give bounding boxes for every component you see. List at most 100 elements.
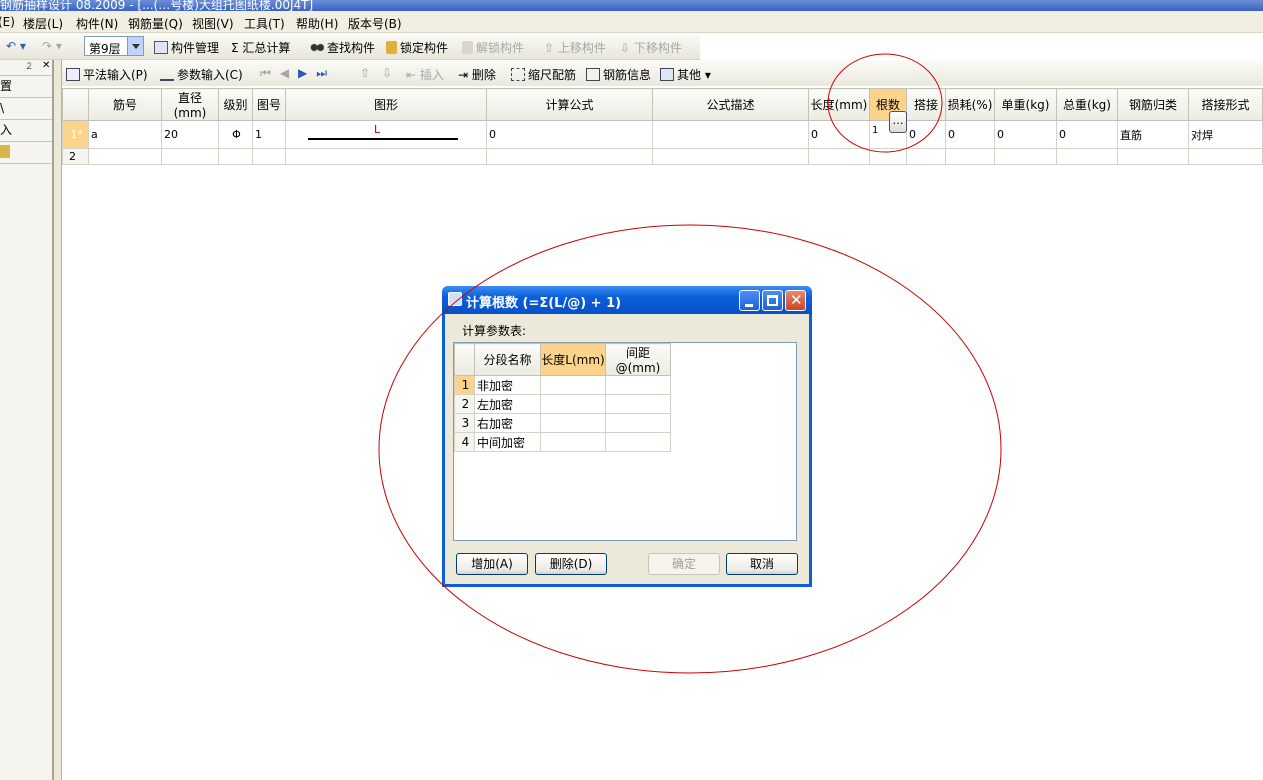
column-header[interactable]: 钢筋归类: [1117, 88, 1189, 121]
scale-rebar-button[interactable]: 缩尺配筋: [511, 66, 576, 83]
column-header[interactable]: 直径(mm): [161, 88, 219, 121]
table-row[interactable]: 4 中间加密: [454, 432, 671, 452]
column-header[interactable]: 分段名称: [474, 343, 541, 376]
column-header[interactable]: 级别: [218, 88, 253, 121]
table-cell[interactable]: [1117, 148, 1189, 165]
record-navigation[interactable]: ⏮◀▶⏭: [260, 66, 336, 81]
delete-button[interactable]: ⇥ 删除: [458, 66, 496, 83]
close-button[interactable]: ✕: [785, 290, 806, 311]
row-number[interactable]: 1: [454, 375, 475, 395]
column-header[interactable]: [62, 88, 89, 121]
segment-name-cell[interactable]: 右加密: [474, 413, 541, 433]
column-header[interactable]: [454, 343, 475, 376]
column-header[interactable]: 筋号: [88, 88, 162, 121]
table-cell[interactable]: 0: [945, 120, 995, 149]
close-icon[interactable]: ✕: [42, 60, 50, 71]
lock-component-button[interactable]: 锁定构件: [386, 39, 448, 56]
table-cell[interactable]: [808, 148, 870, 165]
redo-icon[interactable]: ↷ ▾: [42, 39, 62, 53]
first-record-icon[interactable]: ⏮: [260, 66, 280, 80]
table-cell[interactable]: [252, 148, 286, 165]
move-down-component-button[interactable]: ⇩ 下移构件: [620, 39, 682, 56]
table-cell[interactable]: [285, 148, 487, 165]
column-header[interactable]: 长度(mm): [808, 88, 870, 121]
unlock-component-button[interactable]: 解锁构件: [462, 39, 524, 56]
undo-icon[interactable]: ↶ ▾: [6, 39, 26, 53]
spacing-cell[interactable]: [605, 394, 671, 414]
table-cell[interactable]: [945, 148, 995, 165]
sum-calc-button[interactable]: Σ 汇总计算: [231, 39, 290, 56]
table-cell[interactable]: [88, 148, 162, 165]
table-row[interactable]: 1* a 20 Φ 1 L 0 0 1 0 0 0 0 直筋 对焊: [62, 120, 1263, 149]
add-row-button[interactable]: 增加(A): [456, 553, 528, 575]
panel-splitter[interactable]: [54, 60, 62, 780]
ok-button[interactable]: 确定: [648, 553, 720, 575]
param-input-button[interactable]: 参数输入(C): [160, 66, 243, 83]
table-cell[interactable]: [652, 120, 809, 149]
table-row[interactable]: 3 右加密: [454, 413, 671, 433]
minimize-button[interactable]: [739, 290, 760, 311]
length-cell[interactable]: [540, 394, 606, 414]
left-panel-item[interactable]: 置: [0, 76, 52, 98]
column-header[interactable]: 搭接: [906, 88, 946, 121]
prev-record-icon[interactable]: ◀: [280, 66, 298, 80]
last-record-icon[interactable]: ⏭: [316, 66, 336, 80]
delete-row-button[interactable]: 删除(D): [535, 553, 607, 575]
table-cell[interactable]: [1056, 148, 1118, 165]
chevron-down-icon[interactable]: [127, 37, 143, 55]
table-cell[interactable]: 对焊: [1188, 120, 1263, 149]
table-cell[interactable]: [161, 148, 219, 165]
column-header[interactable]: 总重(kg): [1056, 88, 1118, 121]
segment-name-cell[interactable]: 中间加密: [474, 432, 541, 452]
move-row-down-icon[interactable]: ⇩: [382, 66, 392, 80]
move-row-up-icon[interactable]: ⇧: [360, 66, 370, 80]
row-number[interactable]: 2: [62, 148, 89, 165]
menu-version[interactable]: 版本号(B): [348, 15, 402, 32]
other-menu-button[interactable]: 其他 ▾: [660, 66, 711, 83]
left-panel-item[interactable]: \: [0, 98, 52, 120]
left-panel-item[interactable]: 入: [0, 120, 52, 142]
table-cell[interactable]: [652, 148, 809, 165]
menu-edit[interactable]: (E): [0, 15, 15, 29]
row-number[interactable]: 2: [454, 394, 475, 414]
table-cell[interactable]: 20: [161, 120, 219, 149]
segment-name-cell[interactable]: 非加密: [474, 375, 541, 395]
spacing-cell[interactable]: [605, 413, 671, 433]
table-cell[interactable]: 直筋: [1117, 120, 1189, 149]
find-component-button[interactable]: 查找构件: [310, 39, 375, 56]
table-cell[interactable]: 0: [1056, 120, 1118, 149]
maximize-button[interactable]: [762, 290, 783, 311]
column-header[interactable]: 间距@(mm): [605, 343, 671, 376]
table-row[interactable]: 2 左加密: [454, 394, 671, 414]
table-cell[interactable]: Φ: [218, 120, 253, 149]
column-header[interactable]: 搭接形式: [1188, 88, 1263, 121]
length-cell[interactable]: [540, 432, 606, 452]
row-number[interactable]: 1*: [62, 120, 89, 149]
shape-cell[interactable]: L: [285, 120, 487, 149]
left-panel-item-tool[interactable]: [0, 142, 52, 164]
table-cell[interactable]: [486, 148, 653, 165]
menu-tools[interactable]: 工具(T): [244, 15, 285, 32]
table-cell[interactable]: 1: [252, 120, 286, 149]
row-number[interactable]: 4: [454, 432, 475, 452]
length-cell[interactable]: [540, 413, 606, 433]
table-cell[interactable]: [869, 148, 907, 165]
cancel-button[interactable]: 取消: [726, 553, 798, 575]
table-row[interactable]: 2: [62, 148, 1263, 165]
plain-input-button[interactable]: 平法输入(P): [66, 66, 148, 83]
menu-view[interactable]: 视图(V): [192, 15, 234, 32]
column-header[interactable]: 图形: [285, 88, 487, 121]
move-up-component-button[interactable]: ⇧ 上移构件: [544, 39, 606, 56]
column-header[interactable]: 损耗(%): [945, 88, 995, 121]
component-manage-button[interactable]: 构件管理: [154, 39, 219, 56]
table-cell[interactable]: 0: [486, 120, 653, 149]
table-cell[interactable]: [906, 148, 946, 165]
row-number[interactable]: 3: [454, 413, 475, 433]
column-header[interactable]: 单重(kg): [994, 88, 1057, 121]
column-header[interactable]: 长度L(mm): [540, 343, 606, 376]
length-cell[interactable]: [540, 375, 606, 395]
segment-name-cell[interactable]: 左加密: [474, 394, 541, 414]
rebar-info-button[interactable]: 钢筋信息: [586, 66, 651, 83]
column-header[interactable]: 图号: [252, 88, 286, 121]
menu-help[interactable]: 帮助(H): [296, 15, 338, 32]
